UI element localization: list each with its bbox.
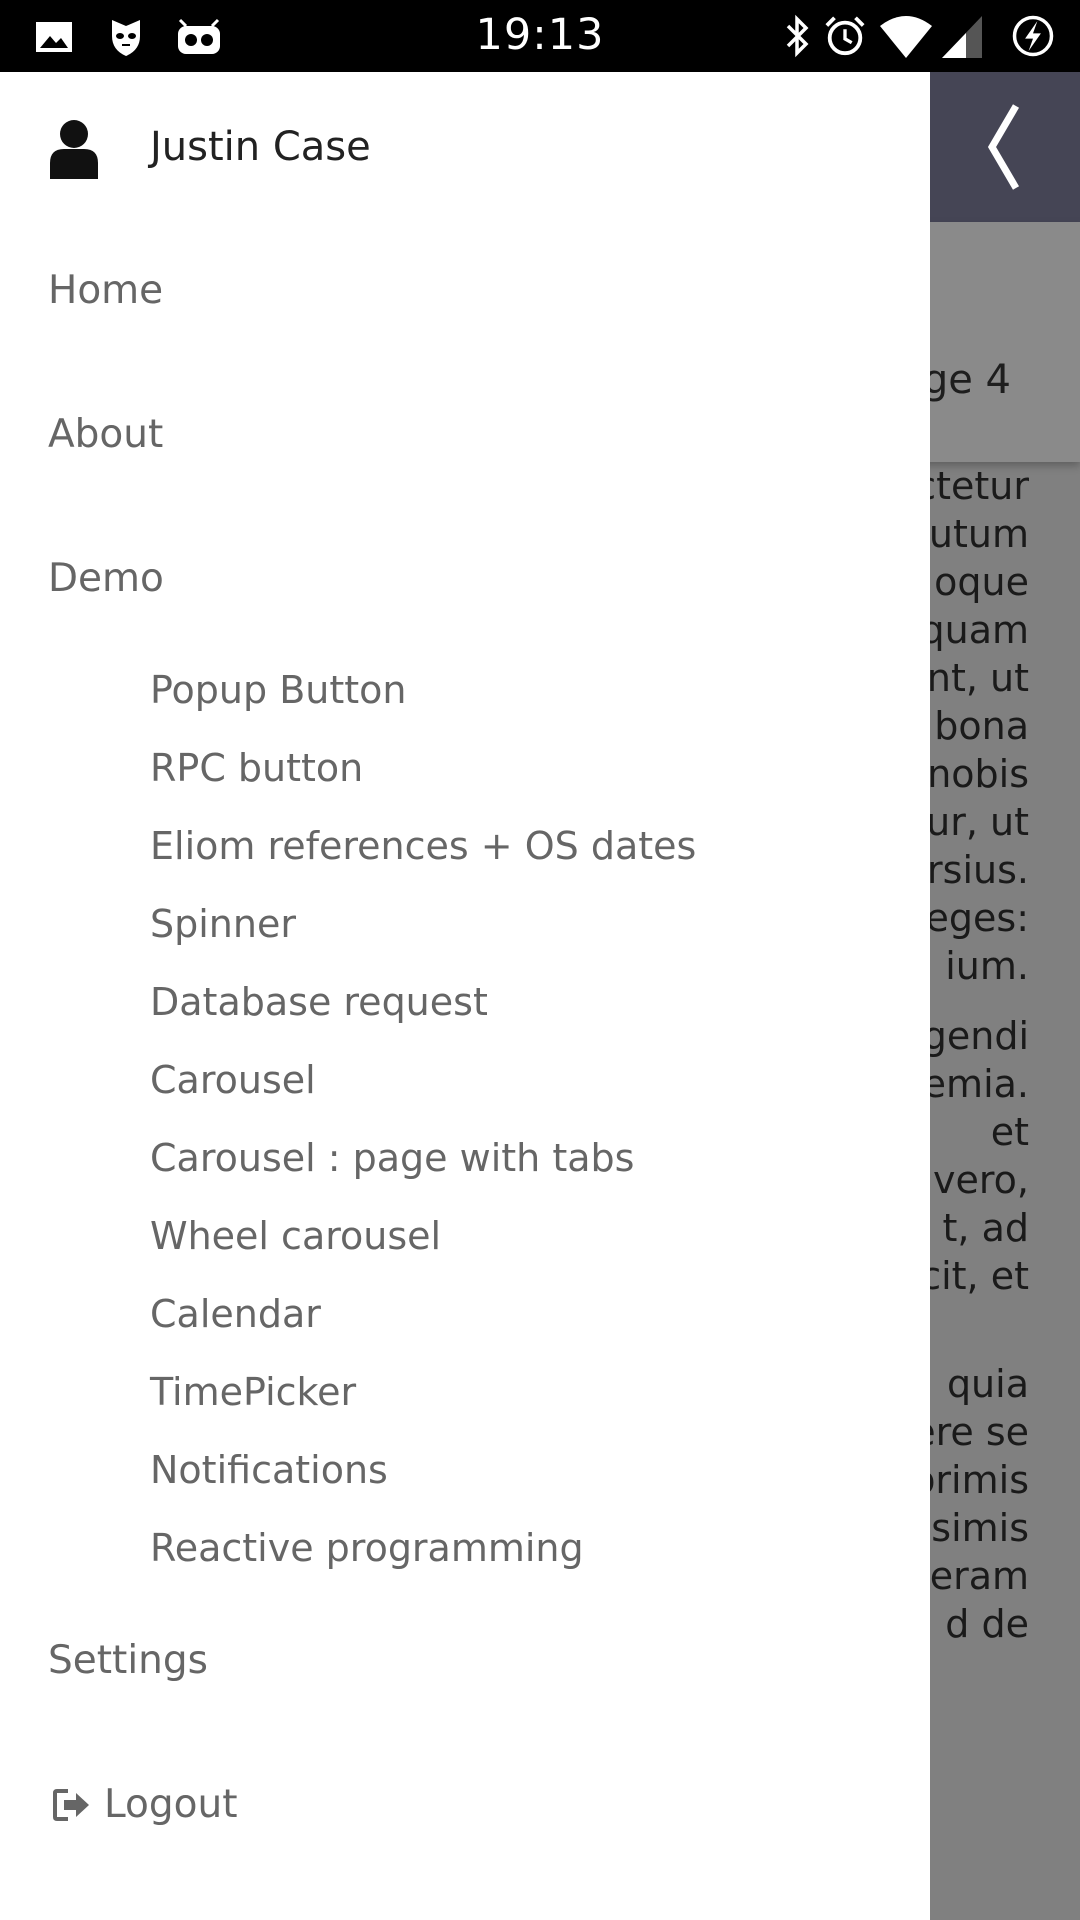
bluetooth-icon: [786, 14, 809, 58]
nav-item-about[interactable]: About: [48, 412, 163, 457]
logout-button[interactable]: Logout: [52, 1782, 238, 1827]
status-bar: 19:13: [0, 0, 1080, 72]
demo-item-spinner[interactable]: Spinner: [150, 902, 296, 946]
nav-item-home[interactable]: Home: [48, 268, 163, 313]
demo-item-rpc-button[interactable]: RPC button: [150, 746, 363, 790]
nav-item-demo[interactable]: Demo: [48, 556, 164, 601]
navigation-drawer: Justin Case Home About Demo Popup Button…: [0, 72, 930, 1920]
wifi-icon: [880, 16, 932, 58]
sign-out-icon: [53, 1788, 89, 1821]
logout-label: Logout: [104, 1782, 238, 1827]
nav-item-settings[interactable]: Settings: [48, 1638, 208, 1683]
demo-item-carousel[interactable]: Carousel: [150, 1058, 316, 1102]
demo-item-reactive-programming[interactable]: Reactive programming: [150, 1526, 584, 1570]
demo-item-popup-button[interactable]: Popup Button: [150, 668, 407, 712]
demo-item-eliom-references[interactable]: Eliom references + OS dates: [150, 824, 696, 868]
chevron-left-icon[interactable]: [980, 102, 1028, 192]
page-title: ge 4: [922, 357, 1011, 403]
alarm-icon: [825, 16, 865, 56]
demo-item-carousel-tabs[interactable]: Carousel : page with tabs: [150, 1136, 634, 1180]
demo-item-notifications[interactable]: Notifications: [150, 1448, 388, 1492]
signal-icon: [942, 16, 982, 58]
user-icon: [50, 120, 98, 179]
demo-item-timepicker[interactable]: TimePicker: [150, 1370, 356, 1414]
user-name[interactable]: Justin Case: [150, 124, 371, 170]
demo-item-calendar[interactable]: Calendar: [150, 1292, 321, 1336]
demo-item-wheel-carousel[interactable]: Wheel carousel: [150, 1214, 441, 1258]
demo-item-database-request[interactable]: Database request: [150, 980, 488, 1024]
battery-charging-icon: [1012, 15, 1054, 57]
